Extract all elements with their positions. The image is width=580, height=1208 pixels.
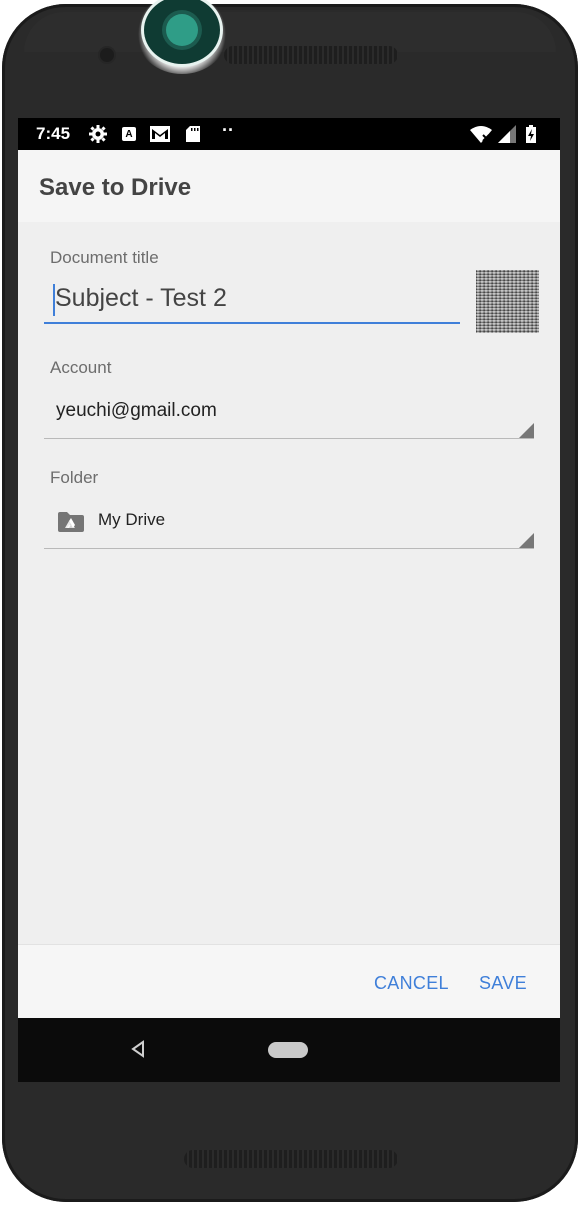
app-bar: Save to Drive	[18, 150, 560, 222]
account-value: yeuchi@gmail.com	[56, 400, 217, 421]
dropdown-arrow-icon	[519, 533, 534, 548]
wifi-icon	[470, 125, 492, 143]
document-title-value: Subject - Test 2	[55, 284, 227, 312]
signal-icon	[498, 125, 516, 143]
bottom-speaker	[184, 1150, 398, 1168]
save-button[interactable]: SAVE	[479, 973, 527, 994]
navigation-bar	[18, 1018, 560, 1082]
status-time: 7:45	[36, 124, 71, 143]
document-title-label: Document title	[50, 248, 159, 267]
gmail-icon	[150, 126, 170, 142]
more-notifications-dots: ··	[222, 119, 234, 140]
phone-screen: 7:45 A ·· Save to Drive Document title S…	[18, 118, 560, 1082]
earpiece-speaker	[224, 46, 398, 64]
folder-value: My Drive	[98, 510, 166, 529]
battery-charging-icon	[526, 125, 536, 143]
status-bar: 7:45 A ··	[18, 118, 560, 150]
settings-icon	[88, 125, 108, 143]
folder-label: Folder	[50, 468, 99, 487]
dialog-actions: CANCEL SAVE	[18, 944, 560, 1019]
page-title: Save to Drive	[39, 174, 192, 201]
account-spinner[interactable]: yeuchi@gmail.com	[44, 388, 534, 439]
account-label: Account	[50, 358, 112, 377]
sd-card-icon	[186, 126, 200, 142]
folder-spinner[interactable]: My Drive	[44, 498, 534, 549]
camera-lens-inner	[166, 14, 198, 46]
drive-folder-icon	[58, 512, 84, 532]
front-camera	[100, 48, 114, 62]
back-icon[interactable]	[130, 1040, 146, 1058]
dropdown-arrow-icon	[519, 423, 534, 438]
home-icon[interactable]	[268, 1042, 308, 1058]
document-thumbnail[interactable]	[476, 270, 539, 333]
document-title-input[interactable]: Subject - Test 2	[44, 278, 460, 324]
cancel-button[interactable]: CANCEL	[374, 973, 449, 994]
a-badge-icon: A	[122, 127, 136, 141]
